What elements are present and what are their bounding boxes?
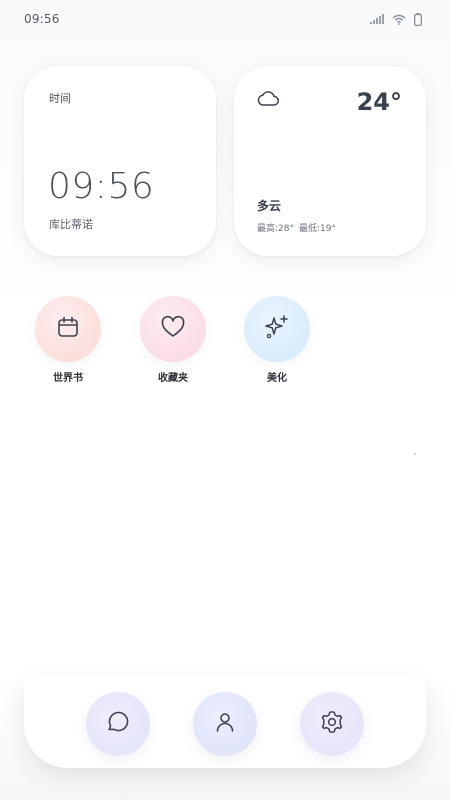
- dock-settings-button[interactable]: [300, 692, 364, 756]
- wifi-icon: [392, 14, 406, 25]
- status-bar: 09:56: [0, 0, 450, 38]
- dock-chat-button[interactable]: [86, 692, 150, 756]
- heart-icon: [160, 315, 186, 343]
- home-screen: 09:56 时间 09:56 库比蒂诺 24° 多云 最高:28° 最低:19°…: [0, 0, 450, 800]
- calendar-icon: [56, 315, 80, 343]
- status-icons: [370, 11, 422, 27]
- app-favorites-circle[interactable]: [140, 296, 206, 362]
- app-favorites[interactable]: 收藏夹: [140, 296, 206, 384]
- app-favorites-label: 收藏夹: [158, 373, 188, 384]
- cloud-icon: [256, 89, 280, 111]
- app-worldbook[interactable]: 世界书: [35, 296, 101, 384]
- weather-temperature: 24°: [356, 88, 402, 116]
- app-beautify-label: 美化: [267, 373, 287, 384]
- time-widget-label: 时间: [49, 92, 71, 105]
- dock: [24, 676, 426, 768]
- decorative-dot: [414, 453, 416, 455]
- weather-widget[interactable]: 24° 多云 最高:28° 最低:19°: [234, 66, 426, 256]
- app-worldbook-label: 世界书: [53, 373, 83, 384]
- weather-condition: 多云: [257, 199, 282, 213]
- time-widget-location: 库比蒂诺: [49, 218, 93, 231]
- sparkles-icon: [263, 313, 291, 345]
- settings-icon: [319, 709, 345, 739]
- weather-range: 最高:28° 最低:19°: [257, 221, 336, 234]
- chat-icon: [105, 709, 131, 739]
- user-icon: [213, 710, 237, 738]
- battery-icon: [414, 12, 422, 26]
- weather-low: 最低:19°: [299, 224, 336, 234]
- signal-icon: [370, 14, 384, 24]
- app-beautify-circle[interactable]: [244, 296, 310, 362]
- weather-high: 最高:28°: [257, 224, 294, 234]
- time-widget[interactable]: 时间 09:56 库比蒂诺: [24, 66, 216, 256]
- app-worldbook-circle[interactable]: [35, 296, 101, 362]
- status-time: 09:56: [24, 12, 60, 26]
- app-beautify[interactable]: 美化: [244, 296, 310, 384]
- dock-profile-button[interactable]: [193, 692, 257, 756]
- time-widget-clock: 09:56: [48, 166, 155, 207]
